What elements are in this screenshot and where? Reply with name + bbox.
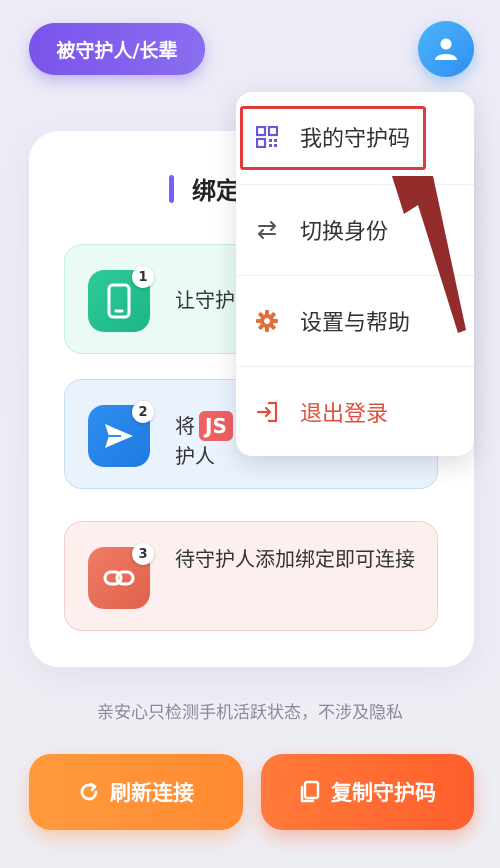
copy-icon [300,780,320,803]
user-icon [435,38,457,60]
gear-icon [256,309,278,332]
step-3: 3 待守护人添加绑定即可连接 [64,521,438,631]
menu-item-settings-help[interactable]: 设置与帮助 [236,275,474,365]
refresh-connection-button[interactable]: 刷新连接 [29,754,243,830]
phone-icon: 1 [88,266,154,332]
menu-item-logout[interactable]: 退出登录 [236,366,474,456]
step-number: 3 [132,543,154,565]
link-icon: 3 [88,543,154,609]
swap-arrows-icon [256,219,278,241]
logout-icon [256,401,278,423]
title-accent-bar [169,174,174,203]
card-title: 绑定 [169,171,240,206]
card-title-text: 绑定 [192,177,240,205]
menu-item-my-guardian-code[interactable]: 我的守护码 [236,92,474,182]
privacy-note: 亲安心只检测手机活跃状态，不涉及隐私 [97,703,403,723]
step-text: 待守护人添加绑定即可连接 [175,547,415,571]
avatar-button[interactable] [418,21,474,77]
refresh-icon [80,782,98,801]
step-number: 2 [132,401,154,423]
js-tag: JS [199,411,233,441]
step-number: 1 [132,266,154,288]
send-icon: 2 [88,401,154,467]
menu-item-switch-identity[interactable]: 切换身份 [236,184,474,274]
user-dropdown-menu: 我的守护码 切换身份 设置与帮助 退出登录 [236,92,474,456]
role-label: 被守护人/长辈 [56,39,178,62]
copy-guardian-code-button[interactable]: 复制守护码 [261,754,474,830]
role-badge[interactable]: 被守护人/长辈 [29,23,205,75]
qr-code-icon [256,126,278,148]
